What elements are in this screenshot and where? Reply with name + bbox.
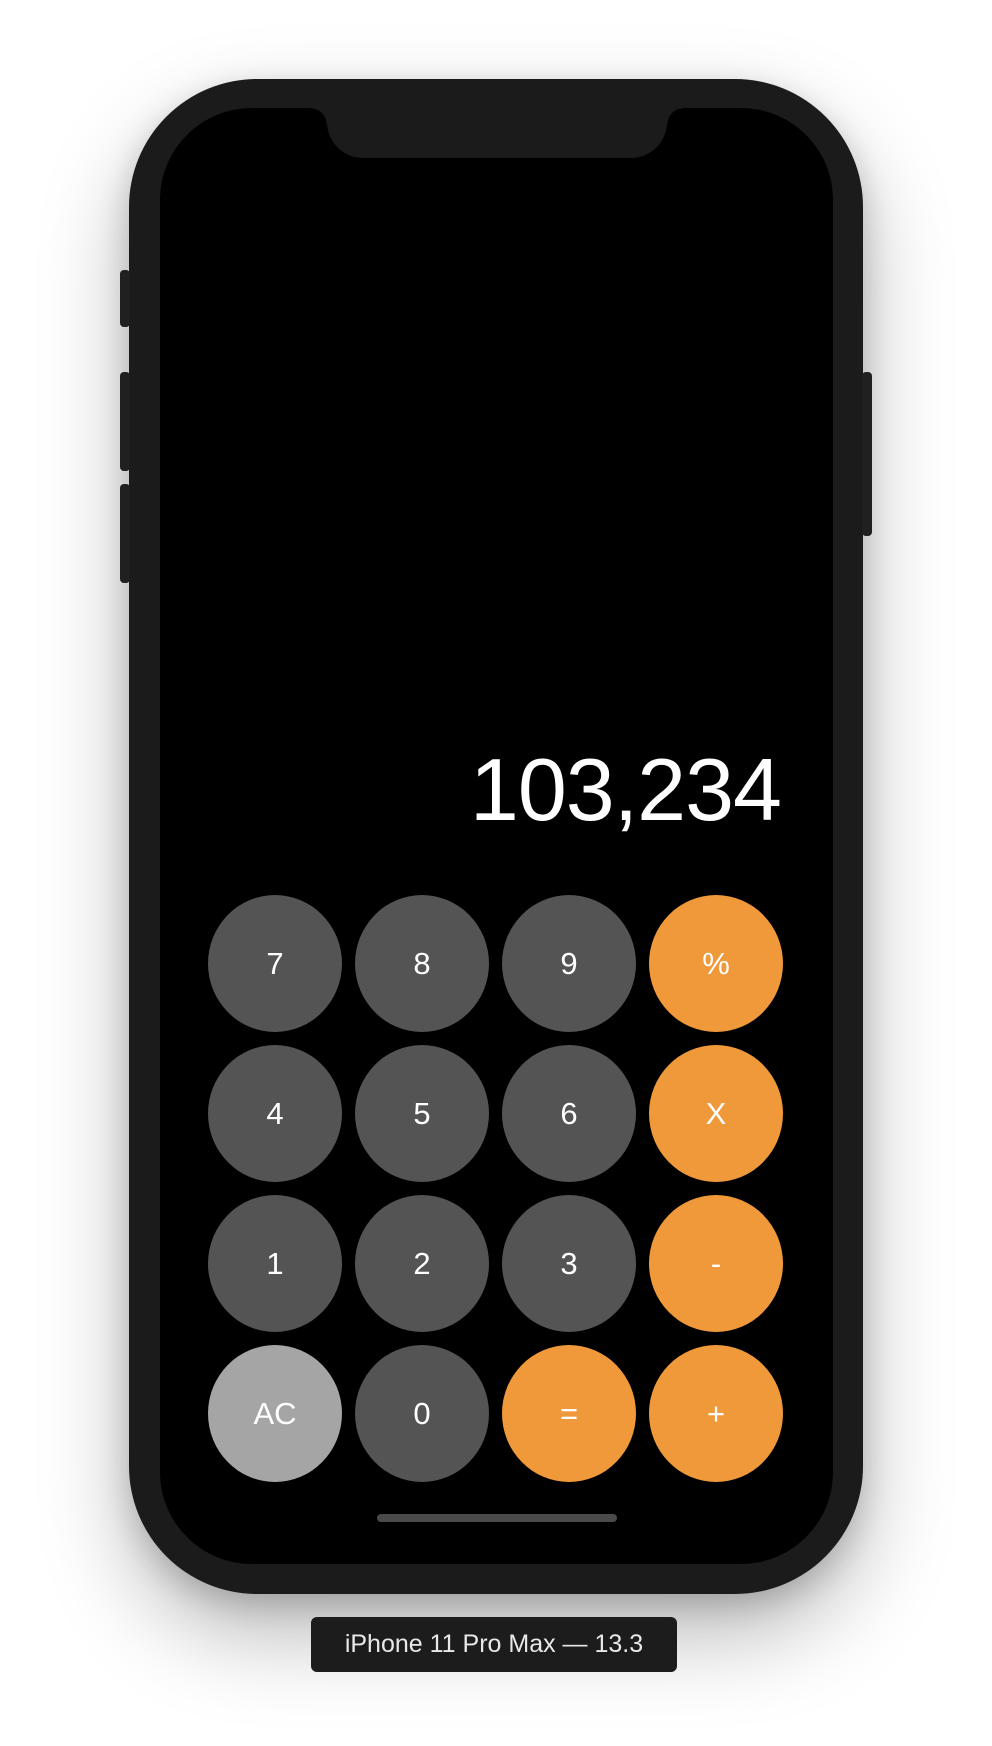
key-plus[interactable]: + [649,1345,783,1482]
key-2[interactable]: 2 [355,1195,489,1332]
volume-down-button [120,484,130,583]
simulator-stage: 103,234 7 8 9 % 4 5 6 X 1 2 3 - AC 0 = +… [0,0,992,1746]
key-4[interactable]: 4 [208,1045,342,1182]
key-5[interactable]: 5 [355,1045,489,1182]
key-percent[interactable]: % [649,895,783,1032]
key-7[interactable]: 7 [208,895,342,1032]
key-multiply[interactable]: X [649,1045,783,1182]
key-8[interactable]: 8 [355,895,489,1032]
key-equals[interactable]: = [502,1345,636,1482]
simulator-device-label: iPhone 11 Pro Max — 13.3 [311,1617,677,1672]
home-indicator[interactable] [377,1514,617,1522]
key-all-clear[interactable]: AC [208,1345,342,1482]
volume-up-button [120,372,130,471]
result-display: 103,234 [469,740,782,839]
notch [311,108,683,158]
key-0[interactable]: 0 [355,1345,489,1482]
key-minus[interactable]: - [649,1195,783,1332]
calculator-screen: 103,234 7 8 9 % 4 5 6 X 1 2 3 - AC 0 = + [160,108,833,1564]
key-1[interactable]: 1 [208,1195,342,1332]
key-3[interactable]: 3 [502,1195,636,1332]
power-button [862,372,872,536]
key-9[interactable]: 9 [502,895,636,1032]
key-6[interactable]: 6 [502,1045,636,1182]
silent-switch [120,270,130,327]
keypad: 7 8 9 % 4 5 6 X 1 2 3 - AC 0 = + [208,895,792,1482]
